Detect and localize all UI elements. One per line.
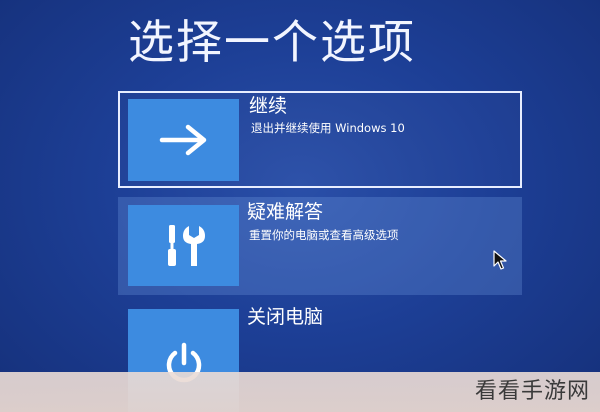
arrow-right-icon <box>159 124 206 156</box>
continue-title: 继续 <box>249 95 288 117</box>
tools-icon <box>167 224 205 266</box>
troubleshoot-description: 重置你的电脑或查看高级选项 <box>249 228 399 242</box>
mouse-cursor-icon <box>493 250 507 274</box>
watermark: 看看手游网 <box>474 379 590 404</box>
continue-tile <box>128 99 239 181</box>
troubleshoot-tile <box>128 205 239 286</box>
recovery-screen: 选择一个选项 继续 退出并继续使用 Windows 10 疑难解答 重置你的电脑… <box>0 0 600 412</box>
troubleshoot-title: 疑难解答 <box>247 201 324 223</box>
continue-option[interactable]: 继续 退出并继续使用 Windows 10 <box>118 91 522 188</box>
continue-description: 退出并继续使用 Windows 10 <box>251 121 405 135</box>
troubleshoot-option[interactable]: 疑难解答 重置你的电脑或查看高级选项 <box>118 197 522 295</box>
page-title: 选择一个选项 <box>128 15 416 69</box>
shutdown-title: 关闭电脑 <box>247 306 324 328</box>
